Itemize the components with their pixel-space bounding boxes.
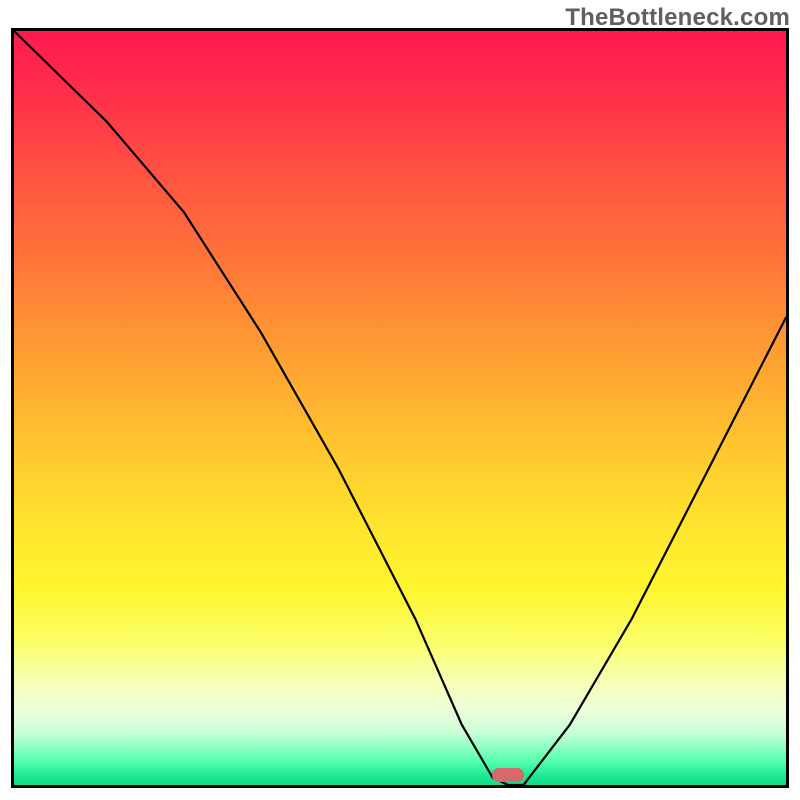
bottleneck-curve (14, 31, 786, 785)
chart-frame: TheBottleneck.com (0, 0, 800, 800)
plot-area (11, 28, 789, 788)
curve-svg (14, 31, 786, 785)
optimal-marker (492, 768, 524, 782)
